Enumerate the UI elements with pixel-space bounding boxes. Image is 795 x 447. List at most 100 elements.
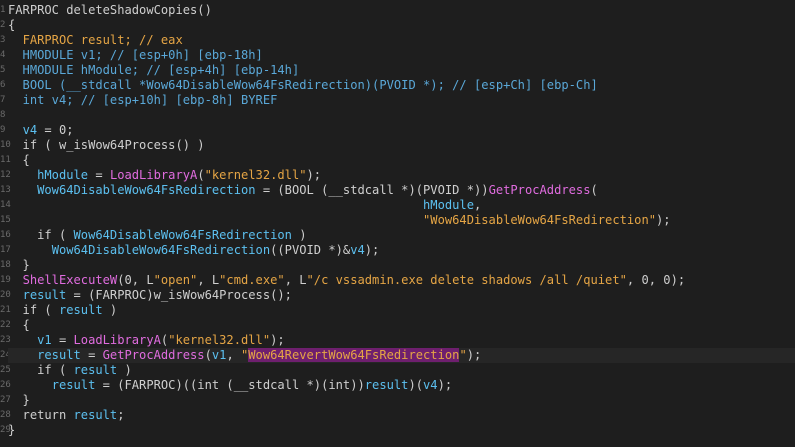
code-token: ShellExecuteW xyxy=(22,273,118,287)
code-token: GetProcAddress xyxy=(102,348,205,362)
code-token: } xyxy=(8,423,16,437)
code-line[interactable]: HMODULE v1; // [esp+0h] [ebp-18h] xyxy=(8,48,795,63)
line-number: 14 xyxy=(0,200,11,210)
line-number: 5 xyxy=(0,65,6,75)
code-token: = (FARPROC)((int (__stdcall *)(int)) xyxy=(95,378,365,392)
line-number: 12 xyxy=(0,170,11,180)
code-line[interactable]: FARPROC result; // eax xyxy=(8,33,795,48)
code-token: result xyxy=(58,303,103,317)
code-token: GetProcAddress xyxy=(488,183,591,197)
code-line[interactable]: v4 = 0; xyxy=(8,123,795,138)
code-line[interactable] xyxy=(8,108,795,123)
code-line[interactable]: if ( w_isWow64Process() ) xyxy=(8,138,795,153)
code-line[interactable]: } xyxy=(8,423,795,438)
line-number: 23 xyxy=(0,335,11,345)
code-token: v4 xyxy=(350,243,365,257)
line-number: 20 xyxy=(0,290,11,300)
code-line[interactable]: ShellExecuteW(0, L"open", L"cmd.exe", L"… xyxy=(8,273,795,288)
line-number: 24 xyxy=(0,350,11,360)
code-token: if ( xyxy=(8,363,74,377)
code-line[interactable]: HMODULE hModule; // [esp+4h] [ebp-14h] xyxy=(8,63,795,78)
code-token: , L xyxy=(284,273,307,287)
line-number: 15 xyxy=(0,215,11,225)
code-token: ); xyxy=(656,213,671,227)
code-token: ); xyxy=(437,378,453,392)
code-token: ( xyxy=(590,183,598,197)
code-token: result xyxy=(37,348,81,362)
line-number: 27 xyxy=(0,395,11,405)
code-line[interactable]: result = (FARPROC)((int (__stdcall *)(in… xyxy=(8,378,795,393)
pseudocode-editor[interactable]: 1 2 3 4 5 6 7 8 9 10 11 12 13 14 15 16 17 18 19 20 21 22 23 24 2… xyxy=(0,0,795,447)
code-line[interactable]: Wow64DisableWow64FsRedirection = (BOOL (… xyxy=(8,183,795,198)
code-token: FARPROC deleteShadowCopies() xyxy=(8,3,212,17)
line-number: 29 xyxy=(0,425,11,435)
code-token: , xyxy=(226,348,241,362)
code-token: "kernel32.dll" xyxy=(204,168,307,182)
line-number: 25 xyxy=(0,365,11,375)
line-number: 2 xyxy=(0,20,6,30)
code-token: LoadLibraryA xyxy=(73,333,161,347)
line-number-gutter: 1 2 3 4 5 6 7 8 9 10 11 12 13 14 15 16 17 18 19 20 21 22 23 24 2… xyxy=(0,3,11,438)
code-token: v1 xyxy=(211,348,227,362)
code-token: = xyxy=(80,348,103,362)
code-token: )( xyxy=(408,378,424,392)
line-number: 3 xyxy=(0,35,6,45)
code-line[interactable]: "Wow64DisableWow64FsRedirection"); xyxy=(8,213,795,228)
code-token: = xyxy=(51,333,74,347)
code-token: v1 xyxy=(37,333,52,347)
code-token: LoadLibraryA xyxy=(109,168,198,182)
code-line[interactable]: if ( result ) xyxy=(8,303,795,318)
code-line[interactable]: } xyxy=(8,258,795,273)
code-token: ( xyxy=(197,168,205,182)
code-line[interactable]: v1 = LoadLibraryA("kernel32.dll"); xyxy=(8,333,795,348)
code-line[interactable]: } xyxy=(8,393,795,408)
code-line[interactable]: BOOL (__stdcall *Wow64DisableWow64FsRedi… xyxy=(8,78,795,93)
code-token: ( xyxy=(204,348,212,362)
code-token: return xyxy=(8,408,74,422)
code-token: "open" xyxy=(153,273,198,287)
code-token: v4 xyxy=(22,123,38,137)
code-token: ); xyxy=(306,168,322,182)
code-line[interactable]: if ( Wow64DisableWow64FsRedirection ) xyxy=(8,228,795,243)
code-token: result xyxy=(22,288,67,302)
line-number: 22 xyxy=(0,320,11,330)
line-number: 26 xyxy=(0,380,11,390)
code-token: ); xyxy=(466,348,482,362)
line-number: 18 xyxy=(0,260,11,270)
code-token: () ) xyxy=(175,138,205,152)
code-line[interactable]: { xyxy=(8,18,795,33)
code-token: ) xyxy=(117,363,132,377)
line-number: 21 xyxy=(0,305,11,315)
code-area[interactable]: FARPROC deleteShadowCopies(){ FARPROC re… xyxy=(8,3,795,438)
code-token: ) xyxy=(102,303,118,317)
code-token: if ( xyxy=(8,228,74,242)
code-line-current[interactable]: result = GetProcAddress(v1, "Wow64Revert… xyxy=(8,348,795,363)
code-line[interactable]: { xyxy=(8,318,795,333)
line-number: 13 xyxy=(0,185,11,195)
code-line[interactable]: result = (FARPROC)w_isWow64Process(); xyxy=(8,288,795,303)
code-line[interactable]: return result; xyxy=(8,408,795,423)
code-line[interactable]: hModule, xyxy=(8,198,795,213)
line-number: 4 xyxy=(0,50,6,60)
code-line[interactable]: hModule = LoadLibraryA("kernel32.dll"); xyxy=(8,168,795,183)
code-token: ); xyxy=(364,243,380,257)
line-number: 8 xyxy=(0,110,6,120)
code-line[interactable]: int v4; // [esp+10h] [ebp-8h] BYREF xyxy=(8,93,795,108)
code-line[interactable]: Wow64DisableWow64FsRedirection((PVOID *)… xyxy=(8,243,795,258)
code-token: ((PVOID *)& xyxy=(270,243,351,257)
code-token: hModule xyxy=(37,168,89,182)
code-line[interactable]: if ( result ) xyxy=(8,363,795,378)
code-token: "cmd.exe" xyxy=(219,273,285,287)
code-token: (0, L xyxy=(117,273,154,287)
code-line[interactable]: FARPROC deleteShadowCopies() xyxy=(8,3,795,18)
code-line[interactable]: { xyxy=(8,153,795,168)
code-token: = 0; xyxy=(37,123,74,137)
